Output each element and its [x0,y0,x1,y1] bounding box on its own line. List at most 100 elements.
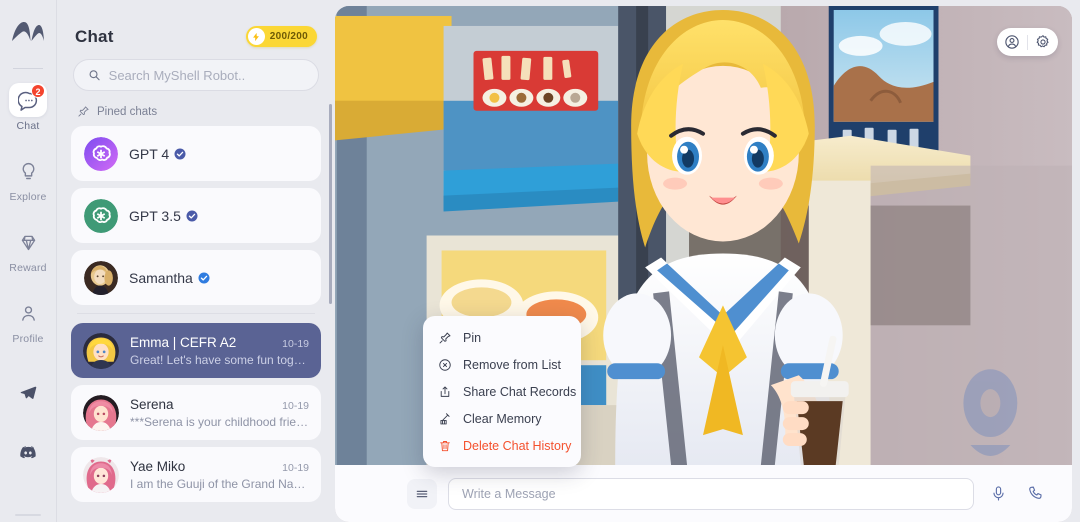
left-nav-rail: 2 Chat Explore Reward Profile [0,0,57,522]
message-composer [335,465,1072,522]
discord-link[interactable] [5,435,51,469]
chat-unread-badge: 2 [31,84,45,98]
pinned-chats-label: Pined chats [97,105,158,118]
chat-list-item-emma[interactable]: Emma | CEFR A2 10-19 Great! Let's have s… [71,323,321,378]
profile-icon-box [9,296,47,330]
chat-item-preview: Great! Let's have some fun togeth... [130,352,309,367]
account-circle-icon[interactable] [997,28,1027,56]
pin-icon [437,330,452,345]
rail-home-indicator [15,514,41,516]
yaemiko-avatar [83,456,119,493]
person-icon [21,305,35,321]
sidebar-item-explore[interactable]: Explore [5,154,51,203]
chat-item-preview: ***Serena is your childhood friend ... [130,414,309,429]
discord-icon [20,446,36,459]
pinned-label-gpt35: GPT 3.5 [129,207,181,224]
openai-purple-avatar [84,136,118,171]
diamond-icon [21,235,35,250]
chat-item-row-top: Serena 10-19 [130,397,309,412]
chat-item-body: Serena 10-19 ***Serena is your childhood… [130,397,309,429]
page-title: Chat [75,26,114,46]
discord-icon-box [9,435,47,469]
chat-item-preview: I am the Guuji of the Grand Naruk... [130,476,309,491]
chat-icon-box: 2 [9,83,47,117]
sidebar-item-label-reward: Reward [9,262,47,274]
hamburger-icon[interactable] [407,478,437,509]
context-menu-item-share-chat-records[interactable]: Share Chat Records [423,378,581,405]
lightning-bolt-icon [247,28,265,45]
pinned-item-gpt4[interactable]: GPT 4 [71,126,321,181]
chat-item-time: 10-19 [282,337,309,350]
gear-icon[interactable] [1028,28,1058,56]
search-input[interactable] [108,67,304,83]
pinned-item-name: GPT 4 [129,146,186,162]
chat-item-time: 10-19 [282,461,309,474]
serena-avatar [83,394,119,431]
list-divider [77,313,315,314]
sidebar-item-reward[interactable]: Reward [5,225,51,274]
pinned-label-gpt4: GPT 4 [129,145,170,162]
pinned-item-name: GPT 3.5 [129,208,198,224]
context-menu-label: Clear Memory [463,411,542,426]
emma-avatar [83,332,119,369]
sidebar-item-profile[interactable]: Profile [5,296,51,345]
energy-value: 200/200 [269,31,308,42]
lightbulb-icon [22,162,34,179]
chat-list-scroll[interactable]: GPT 4 GPT 3.5 Samantha Emma | CEFR A2 10… [71,126,321,522]
broom-icon [437,411,452,426]
verified-badge-icon [186,210,198,221]
context-menu-item-remove-from-list[interactable]: Remove from List [423,351,581,378]
message-input-field[interactable] [448,477,974,510]
myshell-logo[interactable] [8,18,48,46]
context-menu-label: Delete Chat History [463,438,572,453]
context-menu-item-delete-chat-history[interactable]: Delete Chat History [423,432,581,459]
energy-badge[interactable]: 200/200 [245,26,317,47]
pinned-label-samantha: Samantha [129,269,193,286]
telegram-link[interactable] [5,375,51,409]
message-input[interactable] [462,486,960,501]
search-box[interactable] [73,59,319,91]
share-icon [437,384,452,399]
app-root: 2 Chat Explore Reward Profile Chat 200/2… [0,0,1080,522]
main-stage: Pin Remove from List Share Chat Records … [335,0,1080,522]
context-menu-item-clear-memory[interactable]: Clear Memory [423,405,581,432]
context-menu-item-pin[interactable]: Pin [423,324,581,351]
rail-divider [13,68,43,69]
chat-item-name: Yae Miko [130,458,186,474]
sidebar-item-label-chat: Chat [16,120,40,132]
sidebar-item-label-explore: Explore [9,191,47,203]
pinned-item-name: Samantha [129,270,210,286]
samantha-photo-avatar [84,260,118,295]
panel-header: Chat 200/200 [71,0,321,59]
telegram-icon [20,385,36,399]
chat-item-row-top: Yae Miko 10-19 [130,459,309,474]
stage-inner: Pin Remove from List Share Chat Records … [335,6,1072,522]
sidebar-item-chat[interactable]: 2 Chat [5,83,51,132]
pinned-item-gpt35[interactable]: GPT 3.5 [71,188,321,243]
chat-item-row-top: Emma | CEFR A2 10-19 [130,335,309,350]
chat-item-name: Serena [130,396,174,412]
chat-list-item-serena[interactable]: Serena 10-19 ***Serena is your childhood… [71,385,321,440]
explore-icon-box [9,154,47,188]
sidebar-item-label-profile: Profile [12,333,44,345]
pinned-item-samantha[interactable]: Samantha [71,250,321,305]
chat-item-body: Emma | CEFR A2 10-19 Great! Let's have s… [130,335,309,367]
rail-social-links [5,375,51,495]
chat-item-body: Yae Miko 10-19 I am the Guuji of the Gra… [130,459,309,491]
circle-x-icon [437,357,452,372]
chat-list-scrollbar[interactable] [329,104,332,304]
context-menu-label: Share Chat Records [463,384,577,399]
telegram-icon-box [9,375,47,409]
reward-icon-box [9,225,47,259]
phone-icon[interactable] [1022,481,1048,507]
chat-list-panel: Chat 200/200 Pined chats [57,0,335,522]
microphone-icon[interactable] [985,481,1011,507]
chat-list-item-yaemiko[interactable]: Yae Miko 10-19 I am the Guuji of the Gra… [71,447,321,502]
context-menu-label: Remove from List [463,357,561,372]
chat-item-name: Emma | CEFR A2 [130,334,237,350]
stage-top-actions [997,28,1058,56]
search-icon [89,70,100,81]
openai-green-avatar [84,198,118,233]
verified-badge-icon [198,272,210,283]
chat-context-menu: Pin Remove from List Share Chat Records … [423,316,581,467]
